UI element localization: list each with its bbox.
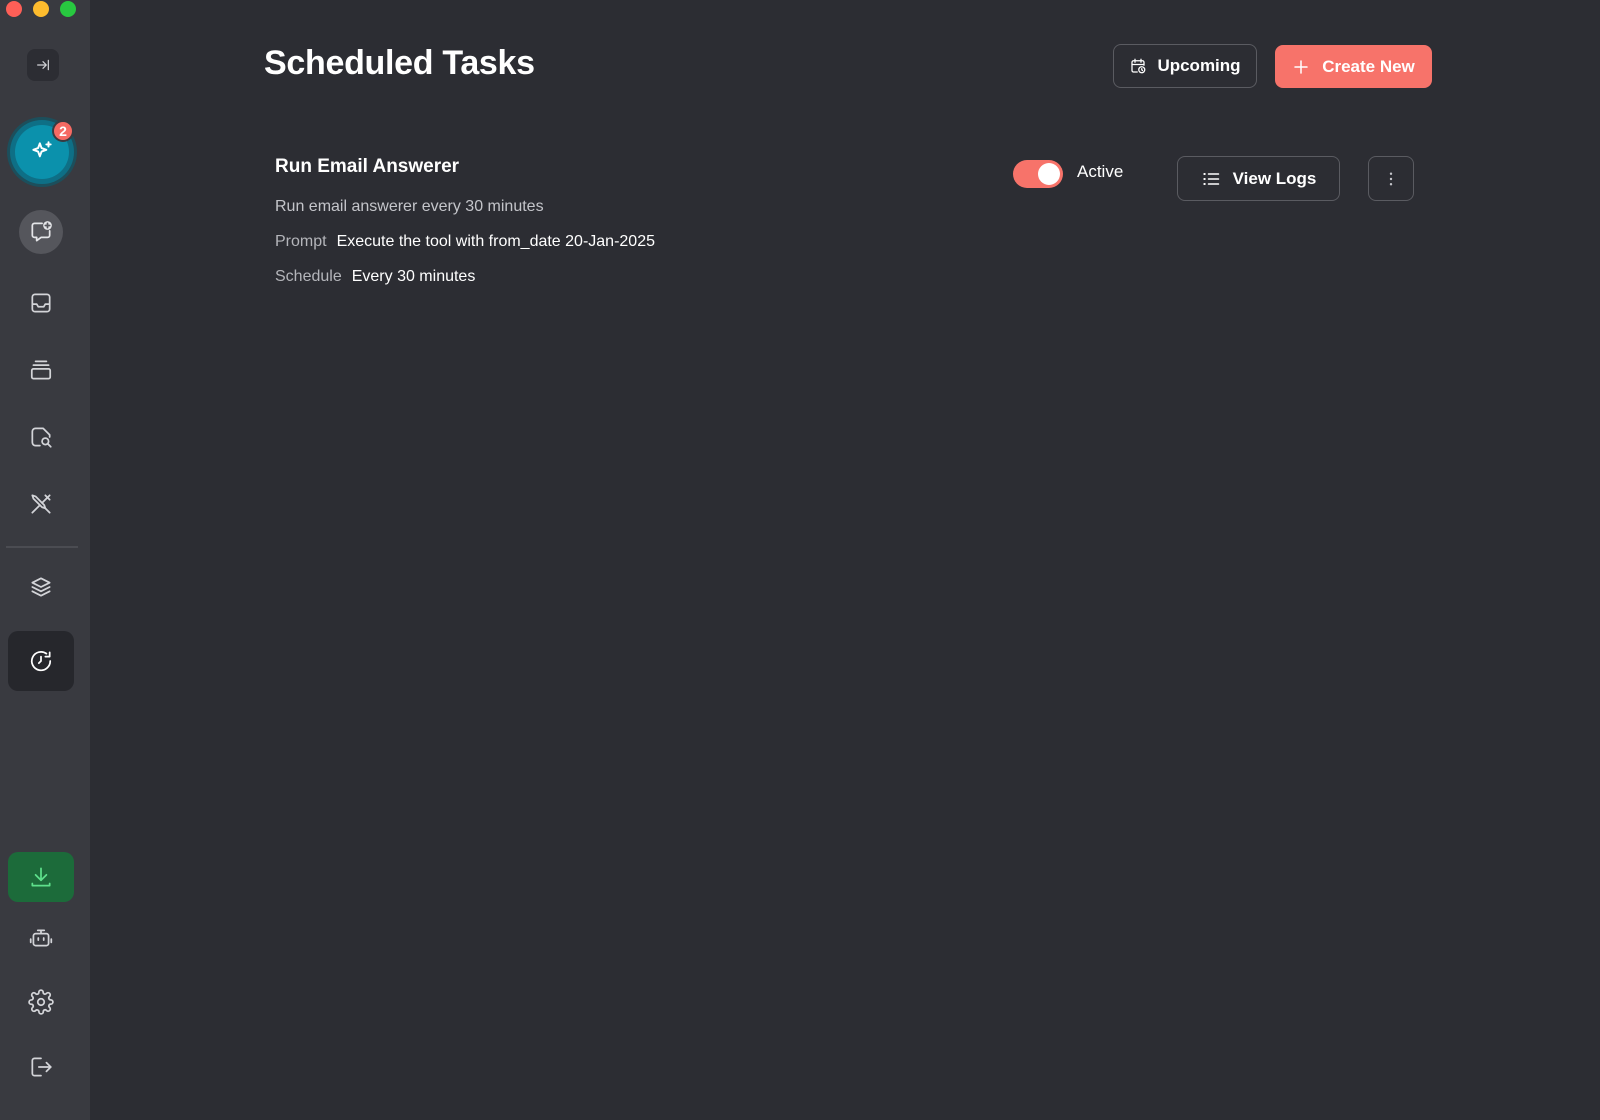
gear-icon xyxy=(28,989,54,1015)
clock-history-icon xyxy=(30,651,52,672)
arrow-right-to-line-icon xyxy=(37,59,49,71)
sidebar: 2 xyxy=(0,0,90,1120)
download-icon xyxy=(31,867,51,887)
more-options-button[interactable] xyxy=(1368,156,1414,201)
task-schedule-label: Schedule xyxy=(275,268,342,285)
chat-plus-icon xyxy=(31,221,52,242)
page-title: Scheduled Tasks xyxy=(264,44,535,82)
sidebar-item-stack[interactable] xyxy=(8,343,74,397)
file-search-icon xyxy=(31,427,52,448)
task-prompt-value: Execute the tool with from_date 20-Jan-2… xyxy=(336,233,655,250)
sidebar-item-inbox[interactable] xyxy=(8,276,74,330)
task-title: Run Email Answerer xyxy=(275,156,460,177)
sidebar-item-new-chat[interactable] xyxy=(19,210,63,254)
create-new-button-label: Create New xyxy=(1322,56,1415,76)
tools-icon xyxy=(31,494,51,514)
task-active-toggle[interactable] xyxy=(1013,160,1063,188)
calendar-clock-icon xyxy=(1131,58,1146,74)
view-logs-button[interactable]: View Logs xyxy=(1177,156,1340,201)
stack-icon xyxy=(30,360,52,380)
logout-icon xyxy=(31,1057,52,1077)
layers-icon xyxy=(31,577,51,597)
sidebar-item-layers[interactable] xyxy=(8,560,74,614)
notification-badge: 2 xyxy=(52,120,74,142)
toggle-knob xyxy=(1038,163,1060,185)
sidebar-item-settings[interactable] xyxy=(8,975,74,1029)
sidebar-item-tools[interactable] xyxy=(8,477,74,531)
task-card: Run Email Answerer Run email answerer ev… xyxy=(275,150,1425,310)
window-minimize-button[interactable] xyxy=(33,1,49,17)
upcoming-button[interactable]: Upcoming xyxy=(1113,44,1257,88)
task-schedule-row: Schedule Every 30 minutes xyxy=(275,268,475,286)
list-icon xyxy=(1202,172,1219,185)
inbox-icon xyxy=(31,293,51,313)
sidebar-collapse-button[interactable] xyxy=(27,49,59,81)
sidebar-item-file-search[interactable] xyxy=(8,410,74,464)
create-new-button[interactable]: Create New xyxy=(1275,45,1432,88)
task-description: Run email answerer every 30 minutes xyxy=(275,198,544,215)
task-schedule-value: Every 30 minutes xyxy=(351,268,476,285)
task-prompt-row: Prompt Execute the tool with from_date 20… xyxy=(275,233,655,251)
window-close-button[interactable] xyxy=(6,1,22,17)
sparkles-icon xyxy=(32,141,52,158)
sidebar-item-scheduled[interactable] xyxy=(8,631,74,691)
plus-icon xyxy=(1294,59,1308,74)
sidebar-divider xyxy=(6,546,78,548)
sidebar-item-logout[interactable] xyxy=(8,1040,74,1094)
more-vertical-icon xyxy=(1389,172,1393,185)
bot-icon xyxy=(29,929,53,947)
window-zoom-button[interactable] xyxy=(60,1,76,17)
task-status-label: Active xyxy=(1077,162,1124,181)
view-logs-button-label: View Logs xyxy=(1232,168,1317,188)
upcoming-button-label: Upcoming xyxy=(1157,56,1241,75)
task-prompt-label: Prompt xyxy=(275,233,327,250)
sidebar-item-download[interactable] xyxy=(8,852,74,902)
sidebar-item-bot[interactable] xyxy=(8,911,74,965)
